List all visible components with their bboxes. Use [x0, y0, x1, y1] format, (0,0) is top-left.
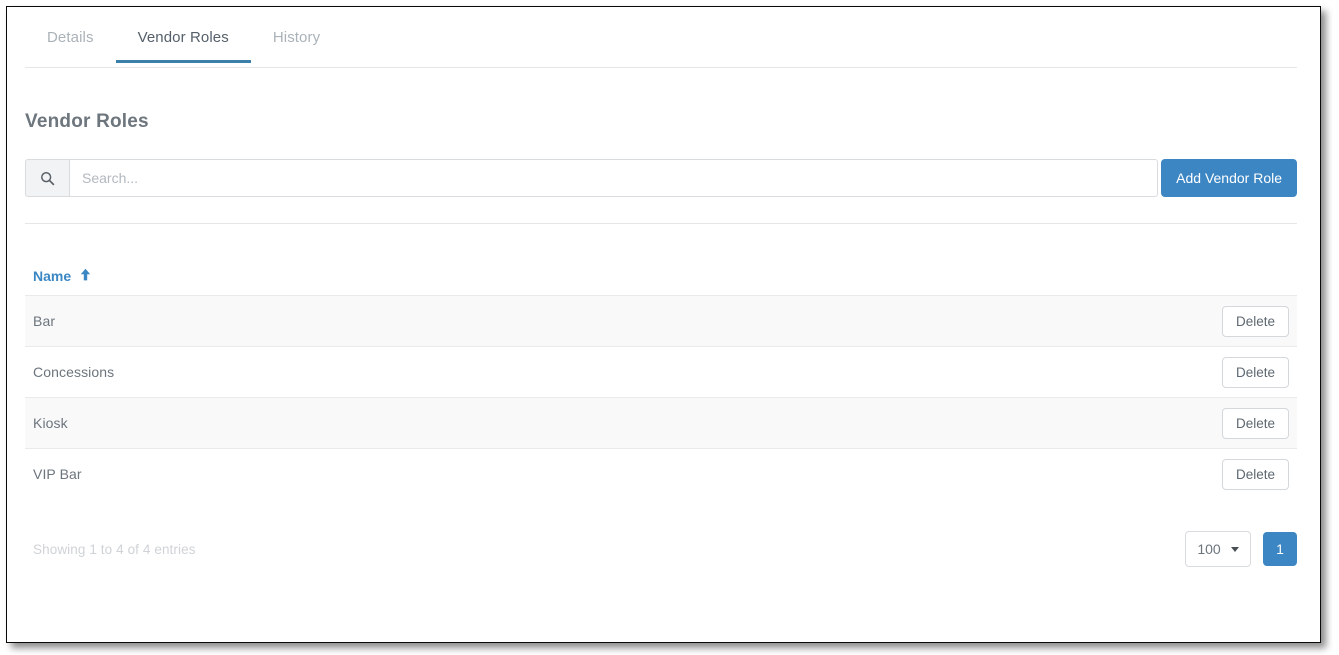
table-row: Concessions Delete — [25, 346, 1297, 397]
toolbar-divider — [25, 223, 1297, 224]
column-header-name[interactable]: Name — [33, 268, 91, 284]
column-header-name-label: Name — [33, 268, 72, 284]
tab-bar: Details Vendor Roles History — [25, 23, 1297, 68]
search-icon — [25, 159, 69, 197]
page-size-value: 100 — [1197, 541, 1221, 557]
chevron-down-icon — [1230, 546, 1239, 552]
page-size-select[interactable]: 100 — [1185, 531, 1251, 567]
delete-button[interactable]: Delete — [1221, 356, 1289, 388]
table-header-row: Name — [25, 257, 1297, 295]
vendor-role-name: Concessions — [33, 364, 115, 380]
delete-button[interactable]: Delete — [1221, 305, 1289, 337]
vendor-roles-table: Name Bar Delete Concessions Delete Kiosk… — [25, 257, 1297, 499]
search-input[interactable] — [69, 159, 1158, 197]
pagination-controls: 100 1 — [1185, 531, 1297, 567]
entries-info: Showing 1 to 4 of 4 entries — [33, 542, 196, 557]
add-vendor-role-button[interactable]: Add Vendor Role — [1161, 159, 1297, 197]
delete-button[interactable]: Delete — [1221, 407, 1289, 439]
tab-vendor-roles[interactable]: Vendor Roles — [115, 23, 251, 63]
vendor-role-name: Bar — [33, 313, 56, 329]
arrow-up-icon — [80, 268, 91, 284]
tab-history[interactable]: History — [251, 23, 342, 63]
page-button-1[interactable]: 1 — [1263, 532, 1297, 566]
page-title: Vendor Roles — [25, 111, 149, 132]
table-row: VIP Bar Delete — [25, 448, 1297, 499]
delete-button[interactable]: Delete — [1221, 458, 1289, 490]
toolbar: Add Vendor Role — [25, 159, 1297, 197]
table-row: Kiosk Delete — [25, 397, 1297, 448]
table-footer: Showing 1 to 4 of 4 entries 100 1 — [25, 531, 1297, 569]
search-group — [25, 159, 1158, 197]
table-row: Bar Delete — [25, 295, 1297, 346]
app-window: Details Vendor Roles History Vendor Role… — [6, 6, 1321, 643]
vendor-role-name: VIP Bar — [33, 466, 82, 482]
vendor-role-name: Kiosk — [33, 415, 68, 431]
tab-details[interactable]: Details — [25, 23, 116, 63]
